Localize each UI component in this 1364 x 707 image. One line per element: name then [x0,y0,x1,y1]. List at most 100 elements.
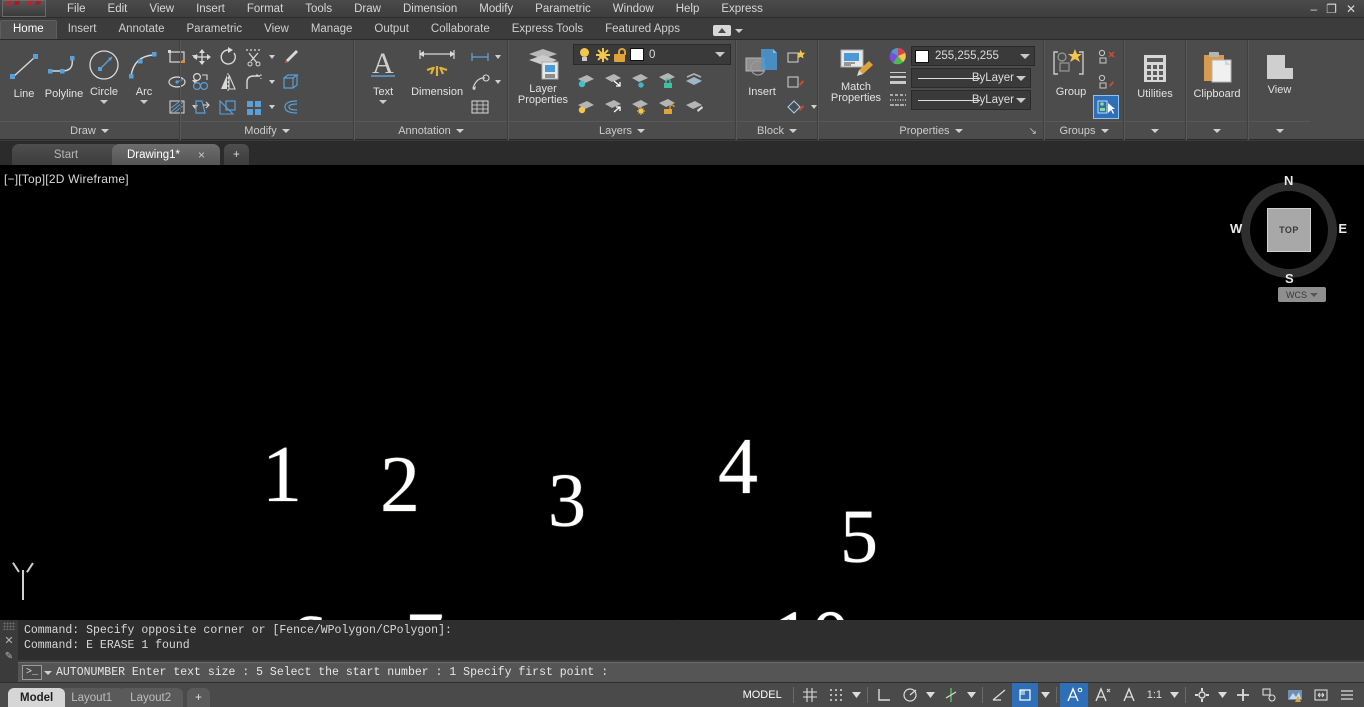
utilities-button[interactable]: Utilities [1129,42,1181,121]
ribbon-tab-insert[interactable]: Insert [57,20,108,39]
chevron-down-icon[interactable] [1038,683,1053,707]
close-icon[interactable]: × [198,148,205,162]
modify-offset-button[interactable] [277,95,303,119]
chevron-down-icon[interactable] [1215,683,1230,707]
chevron-down-icon[interactable] [1016,76,1026,81]
drag-handle-icon[interactable] [3,622,15,630]
chevron-down-icon[interactable] [849,683,864,707]
autocad-logo-button[interactable] [2,0,46,17]
panel-title-modify[interactable]: Modify [181,121,353,140]
block-create-button[interactable] [783,45,809,69]
menu-item-view[interactable]: View [138,0,185,18]
group-edit-button[interactable] [1093,70,1119,94]
chevron-down-icon[interactable] [1167,683,1182,707]
drawing-text-1[interactable]: 1 [262,435,302,515]
menu-item-edit[interactable]: Edit [97,0,139,18]
chevron-down-icon[interactable] [267,70,277,94]
menu-item-format[interactable]: Format [236,0,294,18]
annotation-dimension-style-button[interactable] [467,45,493,69]
chevron-down-icon[interactable] [493,70,503,94]
restore-icon[interactable]: ❐ [1326,0,1337,18]
match-properties-button[interactable]: Match Properties [823,42,889,121]
command-input-line[interactable]: >_ AUTONUMBER Enter text size : 5 Select… [18,662,1364,682]
transparency-icon[interactable] [1011,682,1038,707]
compass-south-label[interactable]: S [1285,271,1294,286]
menu-item-parametric[interactable]: Parametric [524,0,602,18]
layer-freeze-button[interactable] [627,68,653,92]
layer-merge-button[interactable] [681,68,707,92]
layer-isolate-button[interactable] [573,68,599,92]
modify-move-button[interactable] [189,45,215,69]
command-prompt-icon[interactable]: >_ [22,665,42,680]
chevron-down-icon[interactable] [44,670,52,675]
modify-rotate-button[interactable] [215,45,241,69]
clipboard-button[interactable]: Clipboard [1191,42,1243,121]
drawing-canvas[interactable]: [−][Top][2D Wireframe] 12 3 4 5 6 7 8 9 10 TOP N… [0,165,1364,620]
ribbon-tab-express-tools[interactable]: Express Tools [501,20,594,39]
ribbon-tab-parametric[interactable]: Parametric [176,20,254,39]
layer-unlock-button[interactable] [654,94,680,118]
drawing-text-9[interactable]: 9 [660,607,699,621]
menu-item-modify[interactable]: Modify [468,0,524,18]
modify-copy-button[interactable] [189,70,215,94]
group-selection-button[interactable] [1093,94,1119,119]
ribbon-tab-output[interactable]: Output [363,20,420,39]
annotation-scale-value[interactable]: 1:1 [1142,683,1167,707]
menu-item-draw[interactable]: Draw [343,0,392,18]
object-color-combo[interactable]: 255,255,255 [911,46,1035,66]
annotation-leader-button[interactable] [467,70,493,94]
lineweight-icon[interactable] [986,683,1012,707]
drawing-text-7[interactable]: 7 [405,601,444,621]
modify-mirror-button[interactable] [215,70,241,94]
layer-on-icon[interactable] [578,47,590,62]
modify-scale-button[interactable] [215,95,241,119]
compass-west-label[interactable]: W [1230,221,1242,236]
annotation-scale-icon[interactable] [1116,683,1142,707]
chevron-down-icon[interactable] [493,45,503,69]
new-layout-button[interactable]: + [187,687,210,707]
drawing-text-6[interactable]: 6 [288,603,327,621]
autoscale-icon[interactable] [1088,683,1116,707]
panel-title-view[interactable] [1249,121,1310,140]
command-input-text[interactable]: AUTONUMBER Enter text size : 5 Select th… [56,666,608,679]
lineweight-combo[interactable]: ByLayer [911,68,1031,88]
layout-tab-layout1[interactable]: Layout1 [59,687,125,707]
chevron-down-icon[interactable] [267,95,277,119]
snap-mode-icon[interactable] [823,683,849,707]
layer-off-button[interactable] [600,68,626,92]
graphics-performance-icon[interactable] [1282,683,1308,707]
drawing-text-3[interactable]: 3 [548,463,586,539]
polar-tracking-icon[interactable] [897,683,923,707]
panel-title-properties[interactable]: Properties ↘ [819,121,1043,140]
command-window-grip[interactable]: ✕ ✎ [0,620,18,682]
layer-thaw-button[interactable] [627,94,653,118]
panel-title-draw[interactable]: Draw [0,121,179,140]
drawing-text-8[interactable]: 8 [528,609,567,621]
close-icon[interactable]: ✕ [4,634,13,647]
layer-on-button[interactable] [600,94,626,118]
viewport-label[interactable]: [−][Top][2D Wireframe] [4,172,129,186]
ungroup-button[interactable] [1093,45,1119,69]
drawing-text-2[interactable]: 2 [380,445,420,525]
modify-fillet-button[interactable] [241,70,267,94]
chevron-down-icon[interactable] [100,100,108,104]
ribbon-tab-collaborate[interactable]: Collaborate [420,20,501,39]
chevron-down-icon[interactable] [1020,54,1030,59]
drawing-text-10[interactable]: 10 [772,599,850,621]
chevron-down-icon[interactable] [140,100,148,104]
layout-tab-model[interactable]: Model [8,687,66,707]
layer-match-button[interactable] [681,94,707,118]
block-insert-button[interactable]: Insert [741,42,783,121]
layout-tab-layout2[interactable]: Layout2 [118,687,184,707]
status-menu-icon[interactable] [1334,683,1360,707]
model-paper-space-toggle[interactable]: MODEL [735,683,790,707]
new-drawing-tab-button[interactable]: + [224,144,249,165]
panel-title-block[interactable]: Block [737,121,817,140]
drawing-text-5[interactable]: 5 [840,499,878,575]
close-icon[interactable]: ✕ [1346,0,1356,18]
layer-color-swatch[interactable] [630,48,644,61]
wcs-selector[interactable]: WCS [1278,287,1326,302]
ribbon-tab-view[interactable]: View [253,20,300,39]
draw-circle-button[interactable]: Circle [84,42,124,121]
block-edit-button[interactable] [783,70,809,94]
